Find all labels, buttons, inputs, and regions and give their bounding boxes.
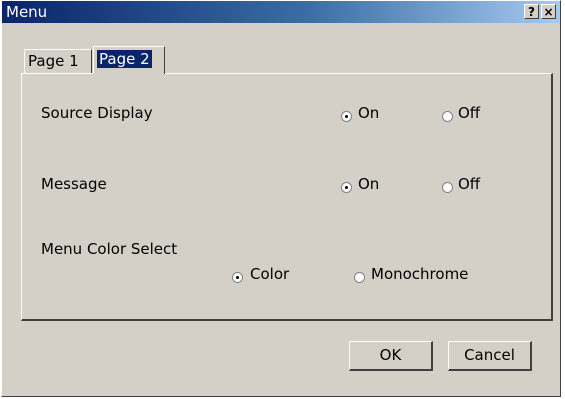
menu-color-select-label: Menu Color Select — [41, 240, 178, 258]
tab-page-1-label: Page 1 — [28, 52, 79, 70]
tab-page-2[interactable]: Page 2 — [93, 46, 165, 74]
monochrome-label[interactable]: Monochrome — [371, 265, 468, 283]
message-label: Message — [41, 175, 107, 193]
close-button[interactable]: × — [541, 4, 556, 19]
menu-dialog: Menu ? × Page 1 Page 2 Source Display On… — [1, 0, 561, 397]
ok-button[interactable]: OK — [349, 341, 433, 371]
message-off-radio[interactable] — [442, 182, 453, 193]
color-radio[interactable] — [232, 272, 243, 283]
tab-page-2-label: Page 2 — [97, 50, 152, 68]
radio-selected-dot — [345, 115, 348, 118]
source-display-label: Source Display — [41, 104, 153, 122]
message-on-radio[interactable] — [341, 182, 352, 193]
title-bar[interactable]: Menu ? × — [2, 1, 560, 23]
monochrome-radio[interactable] — [354, 272, 365, 283]
source-display-on-radio[interactable] — [341, 111, 352, 122]
message-on-label[interactable]: On — [358, 175, 379, 193]
radio-selected-dot — [236, 276, 239, 279]
settings-panel: Source Display On Off Message On Off Men… — [21, 73, 553, 321]
color-label[interactable]: Color — [250, 265, 289, 283]
source-display-on-label[interactable]: On — [358, 104, 379, 122]
message-off-label[interactable]: Off — [458, 175, 480, 193]
source-display-off-label[interactable]: Off — [458, 104, 480, 122]
cancel-button[interactable]: Cancel — [448, 341, 532, 371]
window-title: Menu — [6, 3, 48, 21]
radio-selected-dot — [345, 186, 348, 189]
source-display-off-radio[interactable] — [442, 111, 453, 122]
tab-page-1[interactable]: Page 1 — [24, 49, 92, 73]
help-button[interactable]: ? — [524, 4, 539, 19]
